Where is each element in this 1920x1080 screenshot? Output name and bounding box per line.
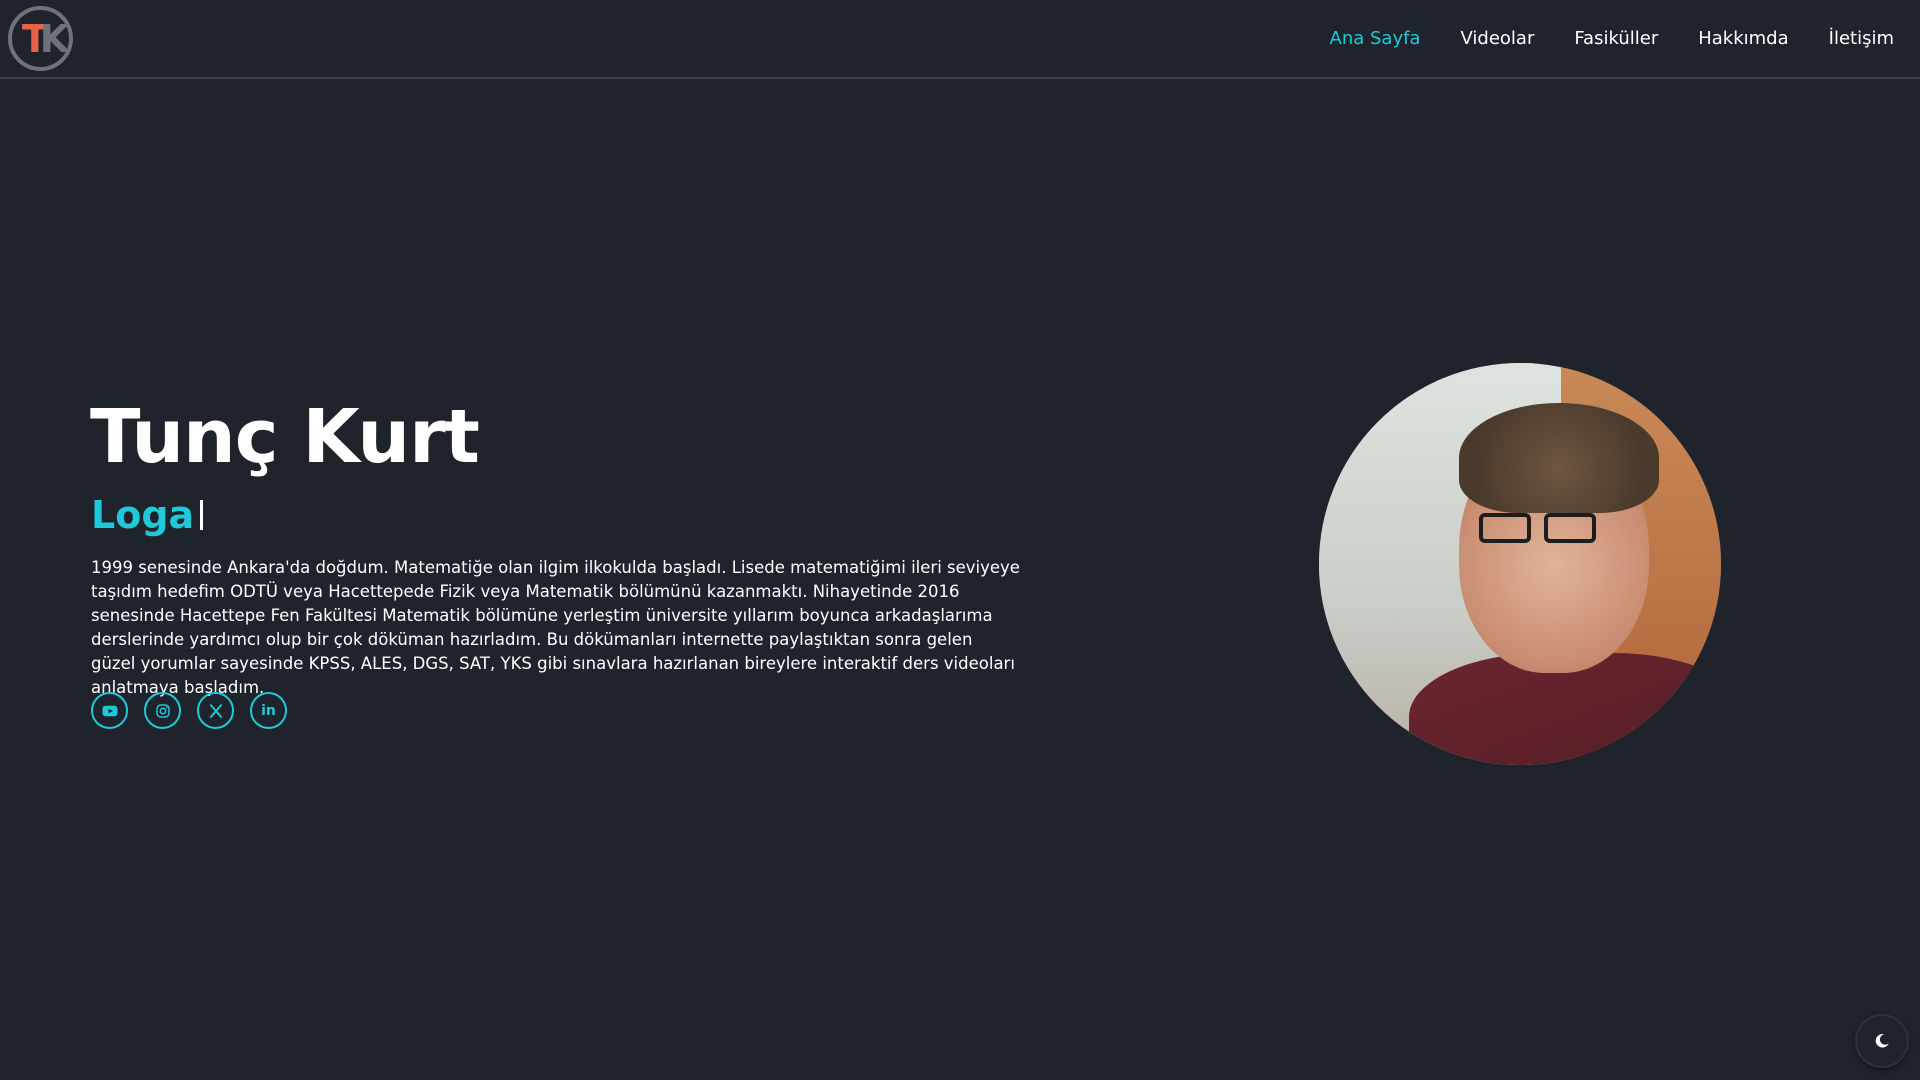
youtube-icon	[102, 705, 117, 716]
site-logo[interactable]: TK	[8, 6, 73, 71]
youtube-button[interactable]	[91, 692, 128, 729]
photo-glasses-right	[1544, 513, 1596, 543]
profile-photo	[1319, 363, 1721, 765]
site-header: TK Ana Sayfa Videolar Fasiküller Hakkımd…	[0, 0, 1920, 79]
typing-cursor	[200, 500, 204, 530]
x-icon	[209, 703, 222, 718]
social-links: in	[91, 692, 287, 729]
nav-link-iletisim[interactable]: İletişim	[1829, 28, 1894, 49]
hero-typed-role: Loga	[91, 490, 204, 540]
hero-bio: 1999 senesinde Ankara'da doğdum. Matemat…	[91, 558, 1020, 697]
linkedin-button[interactable]: in	[250, 692, 287, 729]
nav-link-videolar[interactable]: Videolar	[1460, 28, 1534, 49]
nav-link-hakkimda[interactable]: Hakkımda	[1698, 28, 1788, 49]
photo-hair	[1459, 403, 1659, 513]
moon-icon	[1875, 1034, 1889, 1048]
x-button[interactable]	[197, 692, 234, 729]
photo-glasses-left	[1479, 513, 1531, 543]
logo-letter-t: T	[21, 16, 48, 61]
theme-toggle-button[interactable]	[1857, 1016, 1907, 1066]
instagram-icon	[155, 703, 170, 718]
nav-link-fasikuller[interactable]: Fasiküller	[1574, 28, 1658, 49]
nav-link-ana-sayfa[interactable]: Ana Sayfa	[1330, 28, 1421, 49]
logo-letter-k: K	[39, 16, 70, 61]
typed-text: Loga	[91, 493, 195, 537]
instagram-button[interactable]	[144, 692, 181, 729]
main-nav: Ana Sayfa Videolar Fasiküller Hakkımda İ…	[1330, 0, 1894, 77]
hero-name: Tunç Kurt	[90, 394, 480, 480]
linkedin-icon: in	[261, 702, 276, 719]
